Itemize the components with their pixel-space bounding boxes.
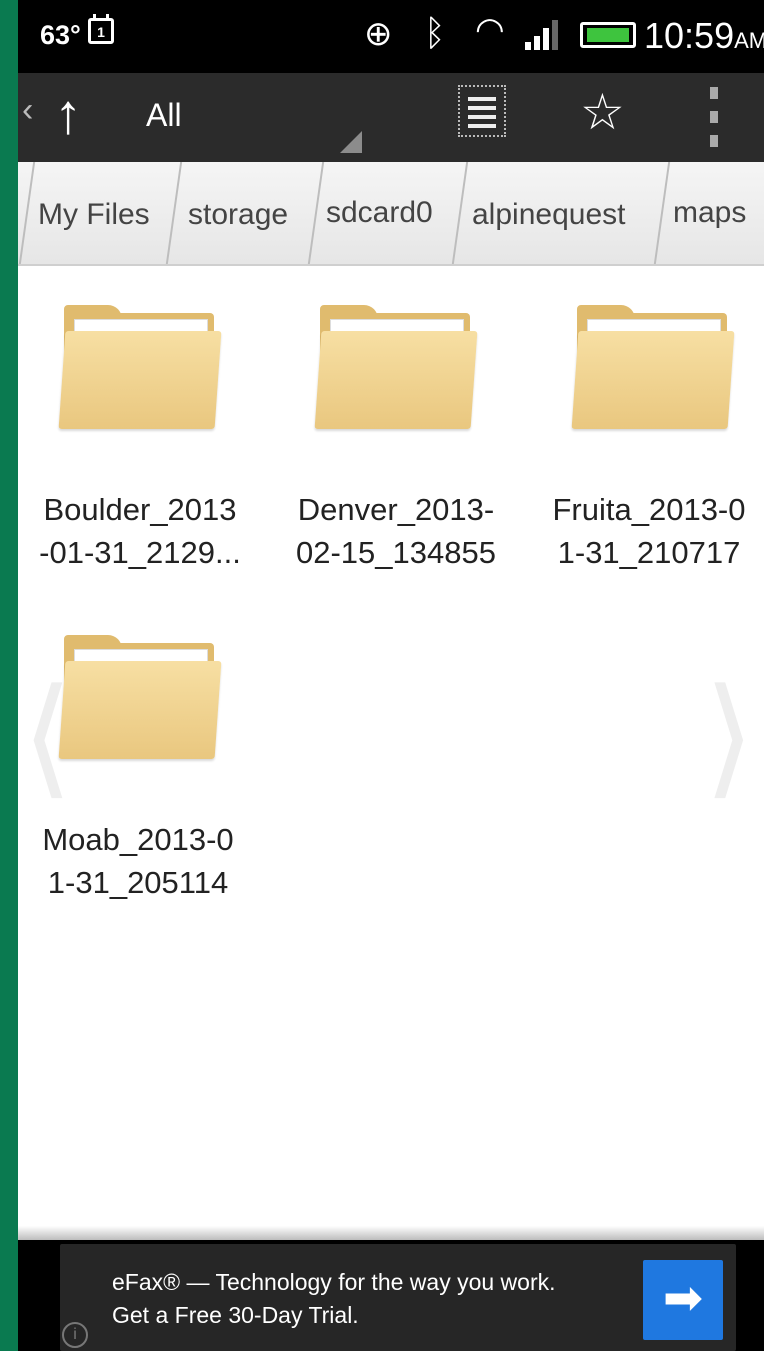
ad-go-arrow-icon[interactable]: ➡ — [643, 1260, 723, 1340]
ad-banner-bar: eFax® — Technology for the way you work.… — [18, 1240, 764, 1351]
star-icon[interactable]: ☆ — [580, 83, 625, 141]
breadcrumb-item-my-files[interactable]: My Files — [38, 198, 150, 232]
ad-text[interactable]: eFax® — Technology for the way you work.… — [112, 1266, 592, 1332]
filter-spinner-label[interactable]: All — [146, 97, 182, 134]
list-view-icon[interactable] — [458, 85, 506, 137]
folder-name-line2: 1-31_205114 — [47, 865, 229, 900]
action-bar: ‹ ↑ All ☆ — [18, 73, 764, 162]
battery-icon — [580, 22, 636, 48]
status-bar: 63° 1 ⊕ ᛒ ◠ 10:59AM — [18, 0, 764, 73]
folder-name-line1: Moab_2013-0 — [42, 822, 234, 857]
breadcrumb: My Files storage sdcard0 alpinequest map… — [18, 162, 764, 266]
folder-icon — [58, 305, 222, 429]
wifi-icon: ◠ — [475, 11, 505, 49]
folder-name: Boulder_2013 -01-31_2129... — [18, 488, 265, 574]
clock-ampm: AM — [734, 28, 764, 53]
content-shadow — [18, 1226, 764, 1240]
calendar-icon: 1 — [88, 14, 114, 44]
breadcrumb-separator — [307, 162, 325, 264]
folder-name-line1: Denver_2013- — [297, 492, 495, 527]
ad-banner[interactable]: eFax® — Technology for the way you work.… — [60, 1244, 736, 1351]
chevron-left-icon[interactable]: ‹ — [22, 91, 33, 130]
breadcrumb-item-sdcard0[interactable]: sdcard0 — [326, 196, 433, 230]
folder-name: Fruita_2013-0 1-31_210717 — [531, 488, 764, 574]
breadcrumb-item-storage[interactable]: storage — [188, 198, 288, 232]
breadcrumb-separator — [18, 162, 36, 264]
bluetooth-icon: ᛒ — [424, 12, 446, 53]
folder-icon — [571, 305, 735, 429]
breadcrumb-item-maps[interactable]: maps — [673, 196, 746, 230]
breadcrumb-separator — [653, 162, 671, 264]
folder-icon — [314, 305, 478, 429]
gps-icon: ⊕ — [364, 15, 393, 53]
folder-name: Moab_2013-0 1-31_205114 — [18, 818, 258, 904]
breadcrumb-item-alpinequest[interactable]: alpinequest — [472, 198, 625, 232]
clock: 10:59AM — [644, 15, 764, 57]
breadcrumb-separator — [451, 162, 469, 264]
folder-name-line2: 1-31_210717 — [557, 535, 741, 570]
overflow-menu-icon[interactable] — [710, 87, 718, 147]
folder-name-line2: 02-15_134855 — [296, 535, 496, 570]
temperature-text: 63° — [40, 20, 81, 50]
info-icon[interactable]: i — [62, 1322, 88, 1348]
folder-icon — [58, 635, 222, 759]
folder-name-line2: -01-31_2129... — [39, 535, 241, 570]
clock-time: 10:59 — [644, 15, 735, 56]
spinner-triangle-icon[interactable] — [340, 131, 362, 153]
folder-name-line1: Boulder_2013 — [43, 492, 237, 527]
up-arrow-icon[interactable]: ↑ — [54, 79, 82, 149]
page-right-hint-icon: ⟩ — [704, 663, 755, 809]
folder-name-line1: Fruita_2013-0 — [552, 492, 746, 527]
app-screen: 63° 1 ⊕ ᛒ ◠ 10:59AM ‹ ↑ All ☆ My Files s… — [18, 0, 764, 1351]
folder-name: Denver_2013- 02-15_134855 — [271, 488, 521, 574]
signal-icon — [525, 20, 565, 50]
breadcrumb-separator — [165, 162, 183, 264]
